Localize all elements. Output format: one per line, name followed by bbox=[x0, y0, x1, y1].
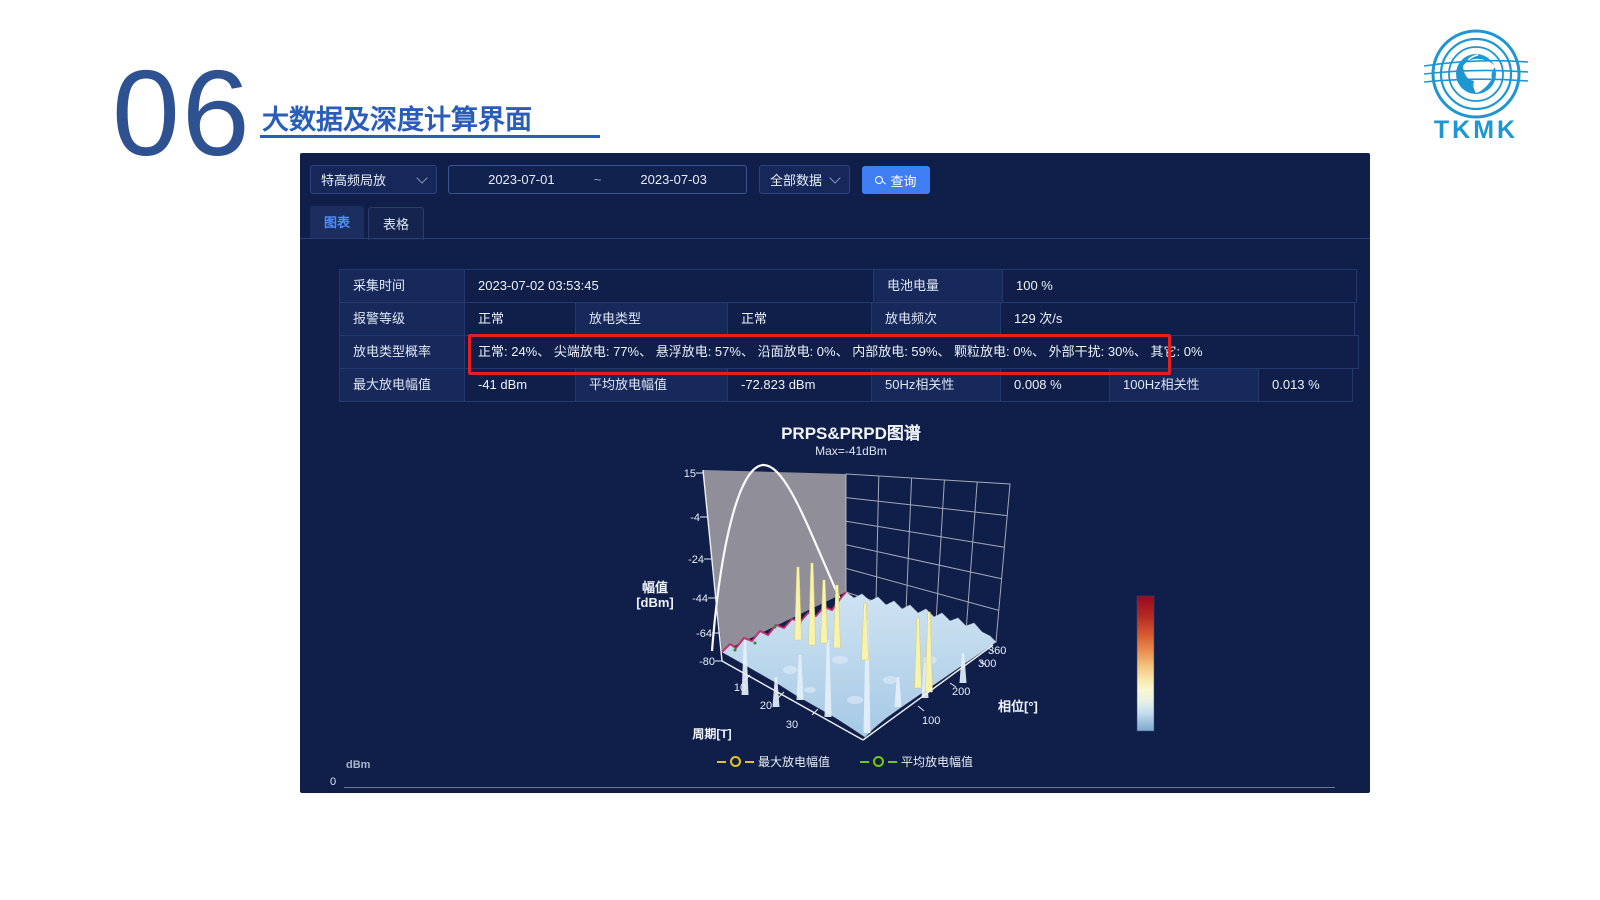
date-start-value[interactable]: 2023-07-01 bbox=[488, 172, 555, 187]
tab-divider bbox=[300, 238, 1370, 239]
chevron-down-icon bbox=[829, 171, 841, 184]
tab-chart[interactable]: 图表 bbox=[310, 206, 364, 239]
lower-chart-baseline bbox=[344, 787, 1335, 788]
svg-text:20: 20 bbox=[760, 700, 772, 712]
cell-value: 100 % bbox=[1002, 269, 1357, 303]
legend-line bbox=[888, 760, 897, 763]
cell-value: 正常 bbox=[464, 302, 576, 336]
tab-table[interactable]: 表格 bbox=[368, 207, 424, 240]
date-range-picker[interactable]: 2023-07-01 ~ 2023-07-03 bbox=[448, 165, 747, 194]
prps-3d-chart: 15 -4 -24 -44 -64 -80 幅值 [dBm] 10 20 30 … bbox=[636, 463, 1155, 741]
cell-label: 报警等级 bbox=[339, 302, 465, 336]
signal-type-value: 特高频局放 bbox=[321, 173, 387, 188]
chart-title: PRPS&PRPD图谱 bbox=[781, 424, 921, 443]
svg-text:-44: -44 bbox=[692, 593, 708, 605]
svg-text:幅值: 幅值 bbox=[642, 580, 668, 595]
cell-value: 正常 bbox=[727, 302, 872, 336]
date-end-value[interactable]: 2023-07-03 bbox=[640, 172, 707, 187]
svg-text:300: 300 bbox=[978, 658, 996, 670]
svg-text:10: 10 bbox=[734, 682, 746, 694]
data-scope-select[interactable]: 全部数据 bbox=[759, 165, 850, 194]
cell-label: 电池电量 bbox=[873, 269, 1003, 303]
query-button-label: 查询 bbox=[890, 173, 917, 189]
table-row: 采集时间 2023-07-02 03:53:45 电池电量 100 % bbox=[339, 269, 1361, 303]
legend-item-avg[interactable]: 平均放电幅值 bbox=[860, 753, 973, 770]
svg-text:-4: -4 bbox=[690, 512, 700, 524]
legend-line bbox=[744, 760, 754, 763]
chevron-down-icon bbox=[416, 171, 428, 184]
cell-label: 放电频次 bbox=[871, 302, 1001, 336]
svg-text:200: 200 bbox=[952, 686, 970, 698]
period-axis-title: 周期[T] bbox=[692, 726, 731, 741]
dashboard-panel: 特高频局放 2023-07-01 ~ 2023-07-03 全部数据 查询 图表… bbox=[300, 153, 1370, 793]
phase-axis-title: 相位[°] bbox=[998, 699, 1038, 714]
legend-label: 最大放电幅值 bbox=[757, 755, 830, 769]
company-logo: TKMK bbox=[1424, 29, 1528, 144]
svg-text:-64: -64 bbox=[696, 628, 712, 640]
page-title: 大数据及深度计算界面 bbox=[262, 105, 532, 135]
cell-label: 放电类型 bbox=[575, 302, 728, 336]
date-separator: ~ bbox=[593, 172, 602, 187]
title-underline bbox=[260, 135, 600, 138]
legend-line bbox=[860, 760, 869, 763]
svg-text:-80: -80 bbox=[699, 656, 715, 668]
cell-value: 129 次/s bbox=[1000, 302, 1355, 336]
query-button[interactable]: 查询 bbox=[862, 166, 930, 194]
svg-text:-24: -24 bbox=[688, 554, 704, 566]
colorbar bbox=[1136, 595, 1155, 732]
cell-value: 0.013 % bbox=[1258, 368, 1353, 402]
slide: 06 大数据及深度计算界面 TKMK 特高频局放 2023-07-01 ~ 20… bbox=[0, 0, 1600, 900]
lower-chart-unit-label: dBm bbox=[346, 759, 371, 771]
red-highlight-box bbox=[468, 334, 1171, 375]
legend-item-max[interactable]: 最大放电幅值 bbox=[716, 753, 830, 770]
data-scope-value: 全部数据 bbox=[770, 173, 823, 188]
legend-marker-icon bbox=[729, 756, 741, 767]
lower-chart-zero-tick: 0 bbox=[330, 776, 337, 788]
amp-axis-title: 幅值 [dBm] bbox=[636, 580, 674, 610]
slide-number: 06 bbox=[112, 45, 252, 181]
svg-text:360: 360 bbox=[988, 645, 1006, 657]
table-row: 报警等级 正常 放电类型 正常 放电频次 129 次/s bbox=[339, 302, 1361, 336]
chart-legend: 最大放电幅值 平均放电幅值 bbox=[320, 753, 1370, 770]
cell-label: 放电类型概率 bbox=[339, 335, 465, 369]
cell-value: 2023-07-02 03:53:45 bbox=[464, 269, 874, 303]
search-icon bbox=[875, 175, 884, 185]
legend-line bbox=[716, 760, 726, 763]
globe-icon bbox=[1424, 29, 1528, 119]
svg-text:100: 100 bbox=[922, 715, 940, 727]
svg-text:30: 30 bbox=[786, 719, 798, 731]
signal-type-select[interactable]: 特高频局放 bbox=[310, 165, 437, 194]
logo-text: TKMK bbox=[1434, 116, 1518, 144]
legend-marker-icon bbox=[873, 756, 884, 767]
svg-text:15: 15 bbox=[684, 468, 696, 480]
svg-text:[dBm]: [dBm] bbox=[636, 595, 674, 610]
cell-label: 最大放电幅值 bbox=[339, 368, 465, 402]
cell-label: 采集时间 bbox=[339, 269, 465, 303]
legend-label: 平均放电幅值 bbox=[901, 755, 974, 769]
